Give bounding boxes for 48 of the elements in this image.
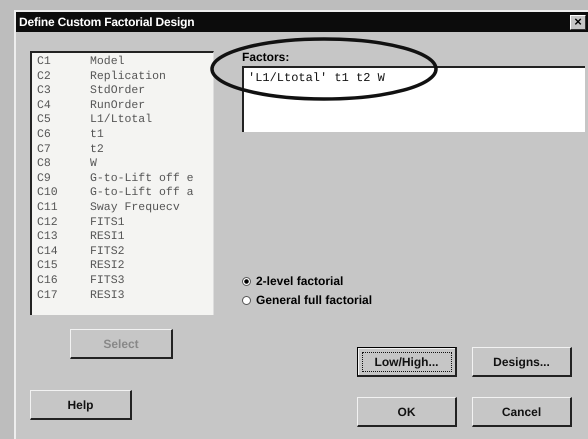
ok-button[interactable]: OK <box>357 397 457 427</box>
column-name: RESI1 <box>90 230 125 245</box>
column-id: C12 <box>37 216 59 230</box>
column-name: FITS2 <box>90 244 125 260</box>
column-name: RunOrder <box>90 98 146 114</box>
column-id: C17 <box>37 288 59 304</box>
radio-option[interactable]: 2-level factorial <box>242 274 344 288</box>
column-id: C5 <box>37 113 52 128</box>
column-name: t1 <box>90 128 104 143</box>
column-id: C1 <box>37 55 52 70</box>
column-id: C9 <box>37 172 52 186</box>
column-name: StdOrder <box>90 84 146 99</box>
column-id: C2 <box>37 70 52 84</box>
column-name: Replication <box>90 70 166 84</box>
column-name: W <box>90 157 97 172</box>
column-name: Model <box>90 55 125 70</box>
help-button[interactable]: Help <box>30 390 132 420</box>
column-id: C4 <box>37 98 52 114</box>
factors-field[interactable]: 'L1/Ltotal' t1 t2 W <box>242 66 585 132</box>
cancel-button[interactable]: Cancel <box>472 397 572 427</box>
window-title: Define Custom Factorial Design <box>19 15 194 29</box>
designs-button[interactable]: Designs... <box>472 347 572 377</box>
column-name: Sway Frequecv <box>90 200 180 216</box>
column-name: RESI2 <box>90 259 125 274</box>
column-name: RESI3 <box>90 288 125 304</box>
column-id: C8 <box>37 157 52 172</box>
column-id: C13 <box>37 230 59 245</box>
lowhigh-button[interactable]: Low/High... <box>357 347 457 377</box>
column-id: C15 <box>37 259 59 274</box>
column-id: C6 <box>37 128 52 143</box>
column-id: C7 <box>37 142 52 158</box>
column-name: t2 <box>90 142 104 158</box>
column-id: C3 <box>37 84 52 99</box>
column-name: FITS1 <box>90 216 125 230</box>
column-list[interactable]: C1 Model C2 Replication C3 StdOrder C4 RunOrder C5 L1/Ltotal C6 t1 C7 t2 C8 W C9 G-to-Lift off e C10 G-to-Lift off a C11 Sway Frequecv C12 FITS1 C13 RESI1 C14 FITS2 C15 RESI2 C16 FITS3 C17 RESI3 <box>30 51 214 315</box>
column-name: L1/Ltotal <box>90 113 152 128</box>
column-name: G-to-Lift off e <box>90 172 194 186</box>
column-name: FITS3 <box>90 274 125 288</box>
column-id: C11 <box>37 200 59 216</box>
column-name: G-to-Lift off a <box>90 186 194 201</box>
radio-button[interactable] <box>242 296 251 304</box>
column-id: C10 <box>37 186 59 201</box>
close-button[interactable]: × <box>570 14 586 30</box>
factors-label: Factors: <box>242 50 290 66</box>
column-id: C14 <box>37 244 59 260</box>
column-id: C16 <box>37 274 59 288</box>
radio-button[interactable] <box>242 276 251 286</box>
radio-option[interactable]: General full factorial <box>242 293 372 307</box>
